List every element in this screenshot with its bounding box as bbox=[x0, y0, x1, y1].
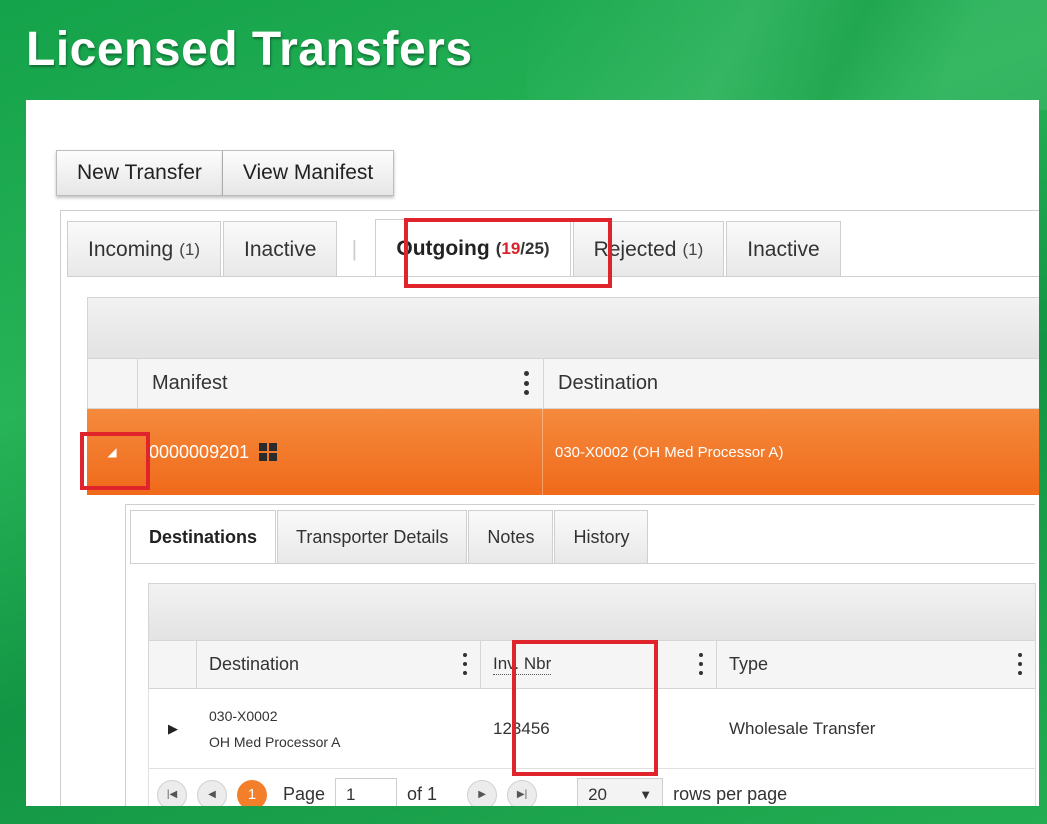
type-column-label: Type bbox=[729, 654, 769, 674]
manifest-column-header[interactable]: Manifest bbox=[138, 359, 544, 408]
rows-per-page-label: rows per page bbox=[673, 784, 788, 804]
view-manifest-button[interactable]: View Manifest bbox=[222, 150, 395, 196]
table-row[interactable]: ◢ 0000009201 030-X0002 (OH Med Processor… bbox=[87, 409, 1039, 495]
last-page-icon[interactable]: ▶| bbox=[507, 779, 538, 806]
grid-header: Manifest Destination bbox=[87, 359, 1039, 409]
destination-column-header[interactable]: Destination bbox=[544, 359, 1039, 408]
page-title: Licensed Transfers bbox=[26, 23, 473, 76]
destination-name: OH Med Processor A bbox=[209, 733, 341, 750]
detail-tabs-divider bbox=[130, 563, 1035, 564]
tab-rejected[interactable]: Rejected (1) bbox=[572, 221, 725, 277]
table-row[interactable]: ▶ 030-X0002 OH Med Processor A 123456 Wh… bbox=[148, 689, 1036, 769]
manifest-detail-panel: Destinations Transporter Details Notes H… bbox=[125, 504, 1036, 806]
transfers-tabstrip: Incoming (1) Inactive | Outgoing (19/25)… bbox=[60, 210, 1039, 806]
new-transfer-button[interactable]: New Transfer bbox=[56, 150, 223, 196]
expander-header bbox=[149, 641, 197, 688]
page-label: Page bbox=[283, 784, 326, 804]
tab-transporter-details[interactable]: Transporter Details bbox=[277, 510, 468, 564]
tab-separator: | bbox=[351, 236, 358, 261]
inv-nbr-column-header[interactable]: Inv. Nbr bbox=[481, 641, 717, 688]
app-frame: Licensed Transfers New Transfer View Man… bbox=[0, 0, 1047, 824]
expander-header bbox=[88, 359, 138, 408]
expand-row-icon[interactable]: ▶ bbox=[149, 689, 197, 768]
tab-inactive-incoming[interactable]: Inactive bbox=[223, 221, 338, 277]
destination-column-label: Destination bbox=[209, 654, 300, 674]
manifest-grid: Manifest Destination ◢ 0000009201 030-X0… bbox=[87, 297, 1039, 495]
tab-incoming-label: Incoming bbox=[88, 237, 174, 261]
next-page-icon[interactable]: ▶ bbox=[467, 779, 498, 806]
tab-inactive-label: Inactive bbox=[747, 237, 820, 261]
tab-incoming-count: (1) bbox=[179, 239, 200, 259]
tabs-divider bbox=[67, 276, 1039, 277]
destination-column-label: Destination bbox=[558, 372, 659, 394]
column-menu-icon[interactable] bbox=[523, 371, 529, 395]
expand-row-icon[interactable]: ◢ bbox=[87, 409, 137, 495]
tab-outgoing-label: Outgoing bbox=[396, 236, 490, 260]
manifest-number: 0000009201 bbox=[149, 441, 250, 462]
manifest-cell: 0000009201 bbox=[137, 409, 543, 495]
tab-outgoing-count: (19/25) bbox=[496, 239, 550, 259]
manifest-report-icon[interactable] bbox=[259, 443, 278, 461]
tab-inactive-label: Inactive bbox=[244, 237, 317, 261]
chevron-down-icon: ▼ bbox=[639, 787, 653, 802]
type-cell: Wholesale Transfer bbox=[729, 718, 876, 738]
inv-nbr-cell: 123456 bbox=[493, 718, 550, 738]
type-column-header[interactable]: Type bbox=[717, 641, 1035, 688]
destination-column-header[interactable]: Destination bbox=[197, 641, 481, 688]
column-menu-icon[interactable] bbox=[462, 653, 468, 675]
grid-toolbar bbox=[87, 297, 1039, 359]
page-count-label: of 1 bbox=[407, 784, 438, 804]
first-page-icon[interactable]: |◀ bbox=[157, 779, 187, 806]
rows-per-page-select[interactable]: 20 ▼ bbox=[577, 777, 664, 806]
destination-cell: 030-X0002 (OH Med Processor A) bbox=[555, 443, 784, 461]
tab-rejected-label: Rejected bbox=[593, 237, 677, 261]
detail-tabstrip: Destinations Transporter Details Notes H… bbox=[130, 510, 649, 564]
current-page-badge[interactable]: 1 bbox=[237, 779, 267, 806]
tab-destinations[interactable]: Destinations bbox=[130, 510, 277, 564]
tab-outgoing[interactable]: Outgoing (19/25) bbox=[375, 219, 571, 277]
column-menu-icon[interactable] bbox=[1017, 653, 1023, 675]
rows-per-page-value: 20 bbox=[588, 784, 607, 804]
tab-rejected-count: (1) bbox=[682, 239, 704, 259]
tab-incoming[interactable]: Incoming (1) bbox=[67, 221, 221, 277]
toolbar: New Transfer View Manifest bbox=[56, 150, 395, 196]
inv-nbr-column-label: Inv. Nbr bbox=[493, 654, 552, 675]
column-menu-icon[interactable] bbox=[698, 653, 704, 675]
tab-history[interactable]: History bbox=[554, 510, 649, 564]
tab-inactive-outgoing[interactable]: Inactive bbox=[726, 221, 841, 277]
sub-grid-header: Destination Inv. Nbr Type bbox=[148, 641, 1036, 689]
prev-page-icon[interactable]: ◀ bbox=[197, 779, 227, 806]
count-active: 19 bbox=[501, 238, 521, 258]
destination-cell: 030-X0002 OH Med Processor A bbox=[197, 689, 481, 768]
main-panel: New Transfer View Manifest Incoming (1) … bbox=[26, 100, 1039, 806]
count-rest: /25) bbox=[520, 238, 550, 258]
pager: |◀ ◀ 1 Page 1 of 1 ▶ ▶| 20 ▼ rows per pa… bbox=[148, 769, 1036, 806]
tab-notes[interactable]: Notes bbox=[468, 510, 554, 564]
sub-grid-toolbar bbox=[148, 583, 1036, 641]
page-number-input[interactable]: 1 bbox=[335, 777, 398, 806]
manifest-column-label: Manifest bbox=[152, 372, 228, 394]
destinations-grid: Destination Inv. Nbr Type ▶ 030-X0002 OH… bbox=[148, 583, 1036, 806]
destination-license: 030-X0002 bbox=[209, 707, 278, 724]
